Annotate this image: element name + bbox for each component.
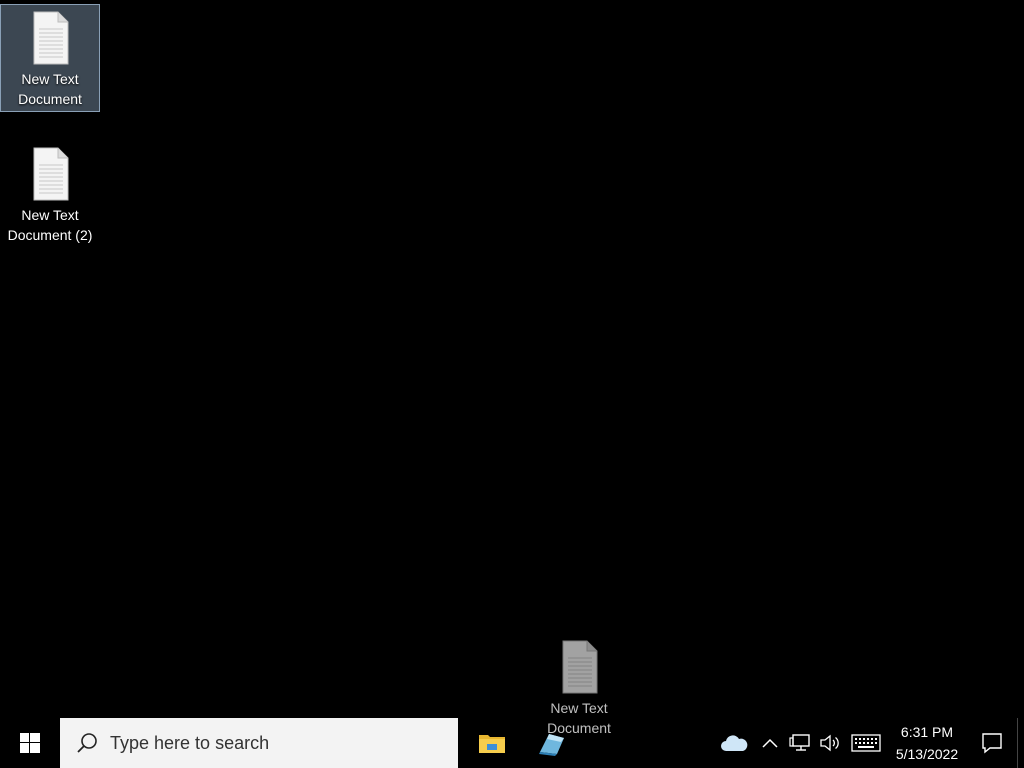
action-center-button[interactable] xyxy=(967,718,1017,768)
system-tray: 6:31 PM 5/13/2022 xyxy=(713,718,1024,768)
desktop[interactable]: New Text Document New Text Document (2) xyxy=(0,0,1024,718)
desktop-icon-new-text-document[interactable]: New Text Document xyxy=(0,4,100,112)
desktop-icon-new-text-document-2[interactable]: New Text Document (2) xyxy=(1,141,99,247)
keyboard-icon xyxy=(851,734,881,752)
tray-touch-keyboard[interactable] xyxy=(845,718,887,768)
cloud-icon xyxy=(721,735,748,751)
taskbar: Type here to search 6:31 PM 5/13/2022 xyxy=(0,718,1024,768)
tray-network[interactable] xyxy=(785,718,815,768)
windows-logo-icon xyxy=(20,733,40,753)
taskbar-clock[interactable]: 6:31 PM 5/13/2022 xyxy=(887,718,967,768)
clock-time: 6:31 PM xyxy=(900,724,954,740)
tray-onedrive[interactable] xyxy=(713,718,755,768)
taskbar-file-explorer[interactable] xyxy=(462,718,522,768)
text-file-icon xyxy=(33,11,69,65)
drag-ghost-label: New Text Document xyxy=(547,700,611,736)
desktop-icon-label: New Text Document xyxy=(18,71,82,107)
speaker-icon xyxy=(820,734,839,752)
folder-icon xyxy=(479,735,505,753)
tray-overflow-button[interactable] xyxy=(755,718,785,768)
desktop-icon-label: New Text Document (2) xyxy=(7,207,93,243)
text-file-icon xyxy=(562,640,598,694)
search-placeholder: Type here to search xyxy=(110,732,270,753)
search-icon xyxy=(77,733,97,753)
tray-volume[interactable] xyxy=(815,718,845,768)
network-icon xyxy=(789,734,810,751)
start-button[interactable] xyxy=(0,718,60,768)
text-file-icon xyxy=(33,147,69,201)
drag-ghost-icon: New Text Document xyxy=(530,640,628,738)
action-center-icon xyxy=(982,733,1002,754)
clock-date: 5/13/2022 xyxy=(895,746,959,762)
chevron-up-icon xyxy=(762,738,778,748)
show-desktop-button[interactable] xyxy=(1017,718,1024,768)
taskbar-search-box[interactable]: Type here to search xyxy=(60,718,458,768)
